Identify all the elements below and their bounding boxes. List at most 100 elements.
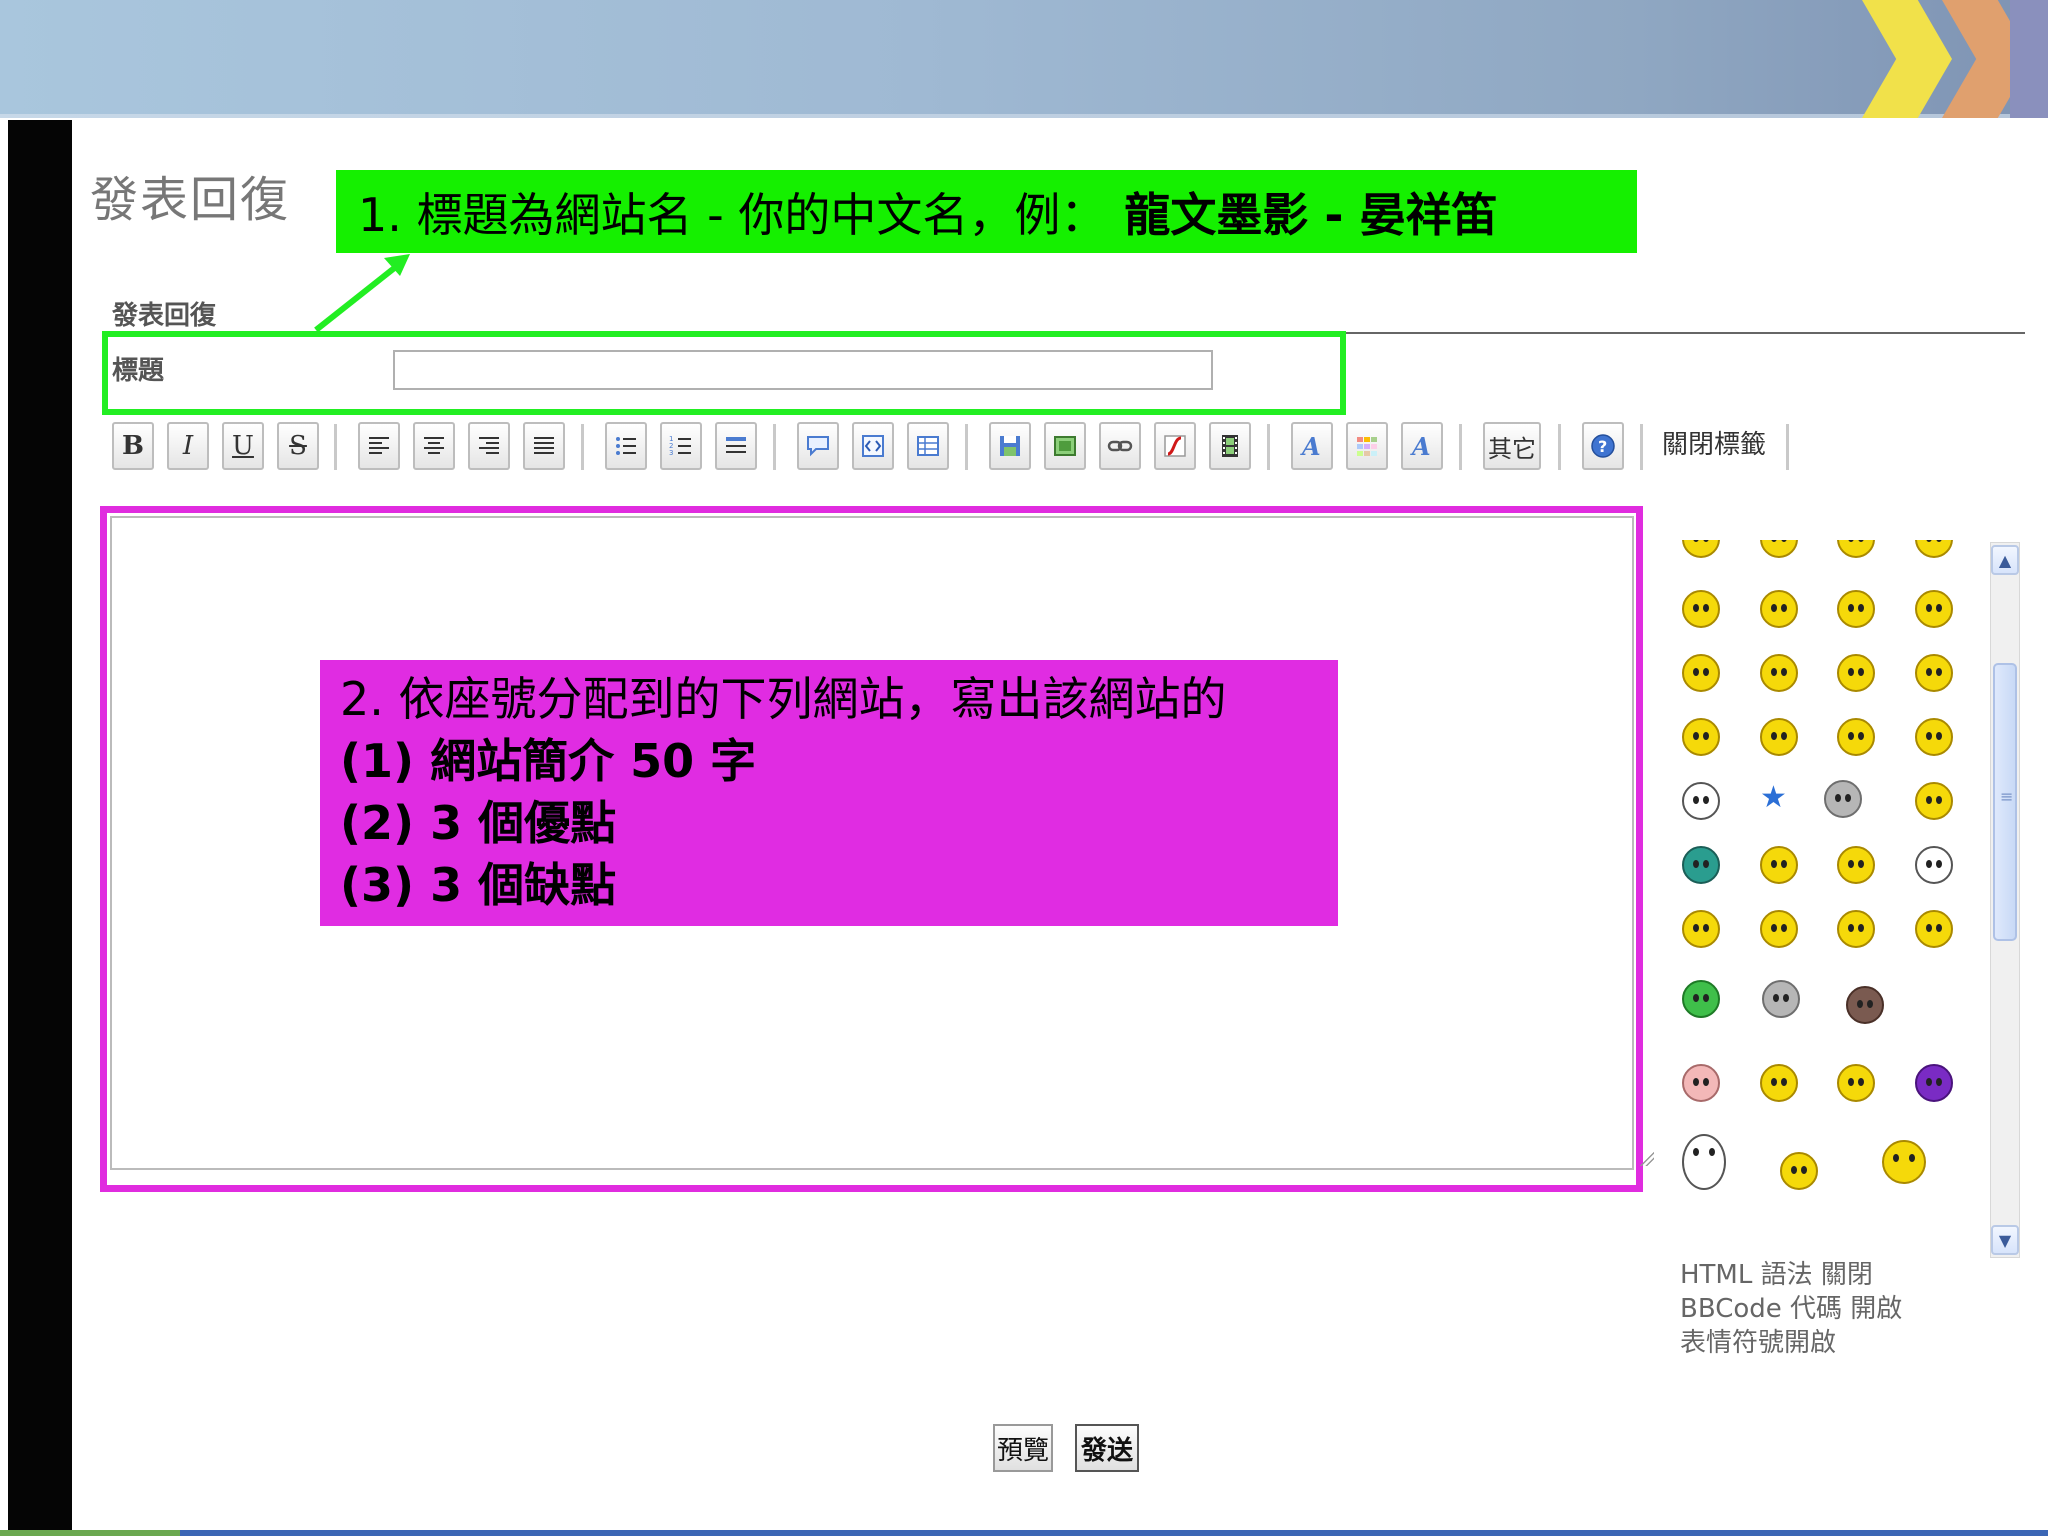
scream-icon[interactable]	[1682, 1134, 1726, 1190]
smiley-icon[interactable]	[1682, 540, 1720, 558]
help-button[interactable]: ?	[1582, 422, 1624, 470]
smiley-icon[interactable]	[1846, 986, 1884, 1024]
smiley-icon[interactable]	[1682, 654, 1720, 692]
smiley-icon[interactable]	[1760, 654, 1798, 692]
toolbar-separator	[334, 424, 337, 470]
numbered-list-icon: 123	[669, 435, 691, 457]
star-icon[interactable]	[1754, 780, 1792, 820]
toolbar-separator	[581, 424, 584, 470]
smiley-icon[interactable]	[1837, 654, 1875, 692]
smiley-icon[interactable]	[1837, 590, 1875, 628]
image-icon	[1054, 436, 1076, 456]
smiley-icon[interactable]	[1837, 1064, 1875, 1102]
quote-icon	[807, 436, 829, 457]
cat-icon[interactable]	[1762, 980, 1800, 1018]
preview-button[interactable]: 預覽	[993, 1424, 1053, 1472]
smiley-icon[interactable]	[1760, 590, 1798, 628]
slide-bottom-line	[0, 1530, 2048, 1536]
color-button[interactable]	[1346, 422, 1388, 470]
more-button[interactable]: 其它	[1483, 422, 1541, 470]
smiley-icon[interactable]	[1837, 846, 1875, 884]
svg-text:A: A	[1410, 433, 1431, 459]
link-icon	[1107, 440, 1133, 452]
image-button[interactable]	[1044, 422, 1086, 470]
smiley-icon[interactable]	[1760, 846, 1798, 884]
smiley-icon[interactable]	[1682, 910, 1720, 948]
heart-icon[interactable]	[1915, 782, 1953, 820]
submit-button[interactable]: 發送	[1075, 1424, 1139, 1472]
smiley-icon[interactable]	[1760, 1064, 1798, 1102]
align-right-icon	[479, 437, 499, 454]
smilies-scrollbar[interactable]: ▲ ▼	[1990, 542, 2020, 1258]
horizontal-rule-button[interactable]	[715, 422, 757, 470]
align-center-icon	[424, 437, 444, 454]
font-face-button[interactable]: A	[1401, 422, 1443, 470]
italic-button[interactable]: I	[167, 422, 209, 470]
smiley-icon[interactable]	[1682, 846, 1720, 884]
smiley-icon[interactable]	[1760, 910, 1798, 948]
confused-icon[interactable]	[1915, 1064, 1953, 1102]
code-button[interactable]	[852, 422, 894, 470]
font-size-icon: A	[1300, 433, 1321, 459]
content-instruction-line: (2) 3 個優點	[340, 796, 617, 850]
smiley-icon[interactable]	[1837, 718, 1875, 756]
flash-button[interactable]	[1154, 422, 1196, 470]
video-button[interactable]	[1209, 422, 1251, 470]
horizontal-rule-icon	[726, 437, 746, 453]
smiley-icon[interactable]	[1682, 782, 1720, 820]
smiley-icon[interactable]	[1760, 540, 1798, 558]
content-instruction-line: 2. 依座號分配到的下列網站，寫出該網站的	[340, 672, 1227, 726]
strikethrough-button[interactable]: S	[277, 422, 319, 470]
smiley-icon[interactable]	[1915, 540, 1953, 558]
smilies-status: 表情符號開啟	[1680, 1328, 1837, 1358]
alien-icon[interactable]	[1682, 980, 1720, 1018]
align-right-button[interactable]	[468, 422, 510, 470]
align-left-icon	[369, 437, 389, 454]
smiley-icon[interactable]	[1915, 654, 1953, 692]
section-label: 發表回復	[112, 301, 217, 331]
resize-grip-icon[interactable]	[1638, 1150, 1654, 1166]
pig-icon[interactable]	[1682, 1064, 1720, 1102]
svg-text:A: A	[1300, 433, 1321, 459]
content-instruction-line: (3) 3 個缺點	[340, 858, 617, 912]
toolbar-separator	[1786, 424, 1789, 470]
smiley-icon[interactable]	[1837, 910, 1875, 948]
smiley-icon[interactable]	[1915, 590, 1953, 628]
align-left-button[interactable]	[358, 422, 400, 470]
smiley-icon[interactable]	[1837, 540, 1875, 558]
align-center-button[interactable]	[413, 422, 455, 470]
toolbar-separator	[773, 424, 776, 470]
smiley-icon[interactable]	[1682, 718, 1720, 756]
slide-header-banner	[0, 0, 2048, 118]
bullet-list-button[interactable]	[605, 422, 647, 470]
smiley-icon[interactable]	[1824, 780, 1862, 818]
smiley-icon[interactable]	[1915, 910, 1953, 948]
content-instruction-line: (1) 網站簡介 50 字	[340, 734, 757, 788]
smiley-icon[interactable]	[1682, 590, 1720, 628]
smiley-icon[interactable]	[1760, 718, 1798, 756]
scroll-thumb[interactable]	[1993, 663, 2017, 941]
help-icon: ?	[1591, 434, 1615, 458]
numbered-list-button[interactable]: 123	[660, 422, 702, 470]
close-tags-link[interactable]: 關閉標籤	[1662, 424, 1766, 461]
link-button[interactable]	[1099, 422, 1141, 470]
smiley-icon[interactable]	[1780, 1152, 1818, 1190]
toolbar-separator	[1558, 424, 1561, 470]
smiley-icon[interactable]	[1915, 846, 1953, 884]
font-size-button[interactable]: A	[1291, 422, 1333, 470]
justify-button[interactable]	[523, 422, 565, 470]
table-button[interactable]	[907, 422, 949, 470]
left-black-bar	[8, 120, 72, 1530]
scroll-up-icon[interactable]: ▲	[1991, 545, 2019, 575]
font-face-icon: A	[1410, 433, 1431, 459]
smiley-icon[interactable]	[1882, 1140, 1926, 1184]
smiley-icon[interactable]	[1915, 718, 1953, 756]
title-instruction-callout: 1. 標題為網站名 - 你的中文名，例： 龍文墨影 - 晏祥笛	[336, 170, 1637, 253]
quote-button[interactable]	[797, 422, 839, 470]
scroll-down-icon[interactable]: ▼	[1991, 1225, 2019, 1255]
attachment-button[interactable]	[989, 422, 1031, 470]
toolbar-separator	[1459, 424, 1462, 470]
bold-button[interactable]: B	[112, 422, 154, 470]
toolbar-separator	[1640, 424, 1643, 470]
underline-button[interactable]: U	[222, 422, 264, 470]
